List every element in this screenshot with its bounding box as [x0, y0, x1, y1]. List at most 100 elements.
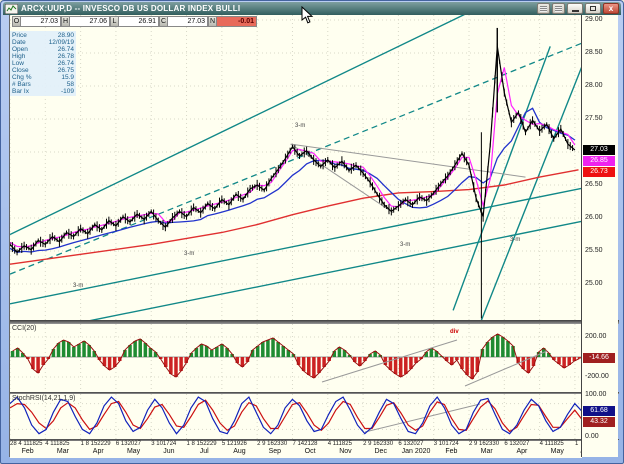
window-icon [5, 3, 18, 14]
price-tick-label: 29.00 [585, 16, 603, 23]
date-axis-month: 3 101724 Jun [151, 441, 177, 455]
channel-annotation: 3-m [295, 123, 306, 129]
price-ma-box: 26.73 [583, 167, 615, 178]
chart-client: O 27.03 H 27.06 L 26.91 C 27.03 N -0.01 … [9, 15, 619, 458]
stoch-pane[interactable]: StochRSI(14,21,1,9) [10, 394, 582, 439]
toolbar-button-1[interactable] [537, 3, 550, 14]
channel-annotation: 3-m [184, 251, 195, 257]
row-label: Bar Ix [12, 88, 29, 95]
price-tick-label: 27.50 [585, 115, 603, 122]
price-tick-label: 26.50 [585, 181, 603, 188]
cursor-row: Price 28.90 [12, 32, 74, 39]
date-axis-month: 4 111825 Nov [327, 441, 352, 455]
row-label: # Bars [12, 81, 31, 88]
date-axis-month: 4 111825 May [539, 441, 564, 455]
date-axis-month: 6 132027 May [115, 441, 141, 455]
cursor-row: Close 26.75 [12, 67, 74, 74]
row-value: -109 [60, 88, 74, 95]
low-label: L [110, 16, 119, 27]
row-label: Open [12, 46, 28, 53]
date-axis-month: 1 8 152229 Jul [186, 441, 217, 455]
quote-bar: O 27.03 H 27.06 L 26.91 C 27.03 N -0.01 [12, 16, 257, 27]
cci-tick-label: 200.00 [585, 333, 607, 340]
row-label: Date [12, 39, 26, 46]
price-tick-label: 26.00 [585, 214, 603, 221]
low-value: 26.91 [119, 16, 159, 27]
date-axis-month: 6 132027 Apr [504, 441, 530, 455]
cursor-row: # Bars 58 [12, 81, 74, 88]
price-tick-label: 25.00 [585, 280, 603, 287]
chart-window: ARCX:UUP,D -- INVESCO DB US DOLLAR INDEX… [0, 0, 624, 464]
date-axis-month: 2 9 162330 Sep [257, 441, 288, 455]
restore-button[interactable] [585, 3, 601, 14]
row-value: 26.74 [57, 46, 74, 53]
cci-tick-label: -200.00 [585, 373, 609, 380]
restore-icon [590, 6, 596, 11]
date-axis-month: 6 132027 Jan 2020 [398, 441, 431, 455]
row-value: 58 [66, 81, 74, 88]
price-tick-label: 28.50 [585, 49, 603, 56]
high-label: H [61, 16, 70, 27]
window-controls: x [537, 3, 619, 14]
row-label: High [12, 53, 26, 60]
minimize-button[interactable] [567, 3, 583, 14]
row-value: 26.74 [57, 60, 74, 67]
date-axis-month: 5 121926 Aug [221, 441, 247, 455]
stoch-tick-label: 0.00 [585, 433, 599, 440]
open-label: O [12, 16, 21, 27]
row-value: 12/09/19 [48, 39, 74, 46]
date-axis-month: 7 142128 Oct [292, 441, 318, 455]
row-value: 26.78 [57, 53, 74, 60]
grid-icon [540, 5, 547, 12]
row-label: Chg % [12, 74, 32, 81]
net-label: N [208, 16, 217, 27]
close-icon: x [608, 3, 614, 13]
close-label: C [159, 16, 168, 27]
stoch-k-box: 61.68 [583, 406, 615, 416]
cursor-row: Bar Ix -109 [12, 88, 74, 95]
price-pane[interactable]: 3-m 3-m 3-m 3-m 3-m [10, 15, 582, 320]
cursor-row: Open 26.74 [12, 46, 74, 53]
price-last-box: 27.03 [583, 145, 615, 156]
price-axis[interactable]: 29.00 28.50 28.00 27.50 26.50 26.00 25.50 25.00… [581, 15, 618, 457]
close-button[interactable]: x [603, 3, 619, 14]
row-label: Price [12, 32, 27, 39]
price-tick-label: 25.50 [585, 247, 603, 254]
close-value: 27.03 [168, 16, 208, 27]
channel-annotation: 3-m [400, 242, 411, 248]
cci-last-box: -14.66 [583, 353, 615, 363]
row-label: Low [12, 60, 24, 67]
channel-annotation: 3-m [73, 283, 84, 289]
date-axis[interactable]: 28 4 111825 Feb 4 111825 Mar 1 8 152229 Apr 6 … [10, 440, 592, 458]
cci-pane[interactable]: CCI(20) div [10, 324, 582, 392]
mouse-cursor [301, 6, 314, 24]
date-axis-month: 2 9 162330 Mar [469, 441, 500, 455]
stoch-d-box: 43.32 [583, 417, 615, 427]
grid-icon [555, 5, 562, 12]
window-title: ARCX:UUP,D -- INVESCO DB US DOLLAR INDEX… [21, 4, 241, 13]
date-axis-month: 2 9 162330 Dec [363, 441, 394, 455]
row-value: 15.9 [61, 74, 74, 81]
date-axis-month: 1 8 152229 Apr [80, 441, 111, 455]
net-change-value: -0.01 [217, 16, 257, 27]
divergence-annotation: div [450, 329, 459, 335]
price-tick-label: 28.00 [585, 82, 603, 89]
channel-annotation: 3-m [510, 237, 521, 243]
date-axis-month: 3 101724 Feb [433, 441, 459, 455]
date-axis-month: 4 111825 Mar [45, 441, 70, 455]
cursor-row: Low 26.74 [12, 60, 74, 67]
stoch-tick-label: 100.00 [585, 391, 607, 398]
cursor-row: High 26.78 [12, 53, 74, 60]
toolbar-button-2[interactable] [552, 3, 565, 14]
cursor-data-panel: Price 28.90 Date 12/09/19 Open 26.74 High 26… [10, 31, 76, 96]
open-value: 27.03 [21, 16, 61, 27]
cci-label: CCI(20) [12, 325, 37, 332]
price-ema-box: 26.85 [583, 156, 615, 167]
cursor-row: Date 12/09/19 [12, 39, 74, 46]
date-axis-month: 28 4 111825 Feb [10, 441, 43, 455]
cursor-row: Chg % 15.9 [12, 74, 74, 81]
stoch-label: StochRSI(14,21,1,9) [12, 395, 76, 402]
high-value: 27.06 [70, 16, 110, 27]
row-value: 28.90 [57, 32, 74, 39]
minimize-icon [571, 10, 579, 12]
